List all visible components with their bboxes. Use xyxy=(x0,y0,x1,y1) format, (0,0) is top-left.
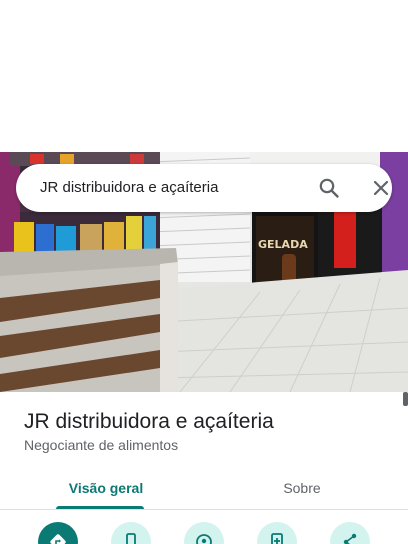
map-blank-area xyxy=(0,0,408,152)
save-icon xyxy=(271,533,283,544)
directions-button[interactable] xyxy=(38,522,78,544)
share-location-button[interactable] xyxy=(184,522,224,544)
place-title: JR distribuidora e açaíteria xyxy=(24,410,274,433)
tab-bar: Visão geral Sobre xyxy=(0,466,408,510)
phone-icon xyxy=(126,533,136,544)
tab-overview[interactable]: Visão geral xyxy=(40,466,172,510)
scrollbar[interactable] xyxy=(403,392,408,406)
call-button[interactable] xyxy=(111,522,151,544)
search-icon[interactable] xyxy=(318,177,340,199)
fridge-sign: GELADA xyxy=(258,238,308,251)
share-button[interactable] xyxy=(330,522,370,544)
close-icon[interactable] xyxy=(370,177,392,199)
active-tab-indicator xyxy=(56,506,144,509)
directions-icon xyxy=(50,534,66,544)
place-category: Negociante de alimentos xyxy=(24,437,179,453)
location-share-icon xyxy=(196,534,212,544)
tab-about[interactable]: Sobre xyxy=(236,466,368,510)
save-button[interactable] xyxy=(257,522,297,544)
share-icon xyxy=(343,533,357,544)
action-buttons-row xyxy=(0,522,408,544)
search-bar[interactable]: JR distribuidora e açaíteria xyxy=(16,164,392,212)
search-input[interactable]: JR distribuidora e açaíteria xyxy=(40,179,218,196)
